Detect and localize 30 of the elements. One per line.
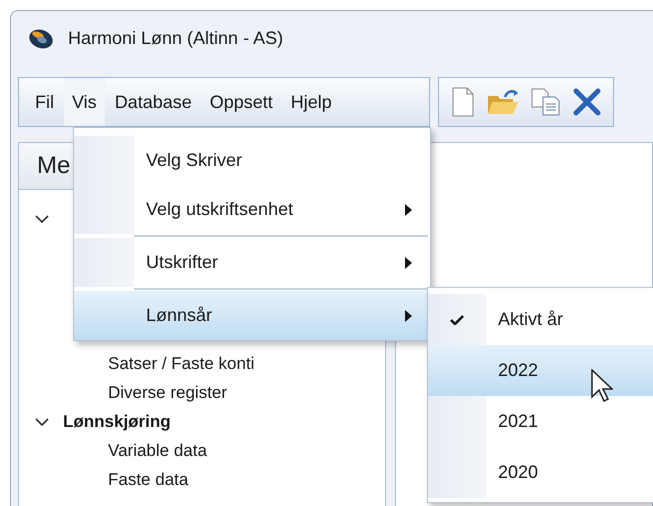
menu-item[interactable]: Vis [64, 78, 105, 126]
menu-item[interactable]: Fil [27, 78, 62, 126]
submenu-arrow-icon [405, 256, 412, 268]
menu-option[interactable]: 2022 [428, 345, 653, 396]
panel-title: Me [37, 152, 70, 180]
chevron-icon[interactable] [35, 416, 49, 426]
delete-icon[interactable] [573, 88, 601, 116]
tree-item[interactable]: Diverse register [19, 378, 385, 407]
menu-item[interactable]: Database [106, 78, 200, 126]
menu-option[interactable]: 2020 [428, 447, 653, 498]
tree-item[interactable]: Variable data [19, 436, 385, 465]
menu-option[interactable]: Utskrifter [74, 238, 430, 287]
menu-item[interactable]: Oppsett [202, 78, 281, 126]
submenu-arrow-icon [405, 204, 412, 216]
menu-option[interactable]: Aktivt år [428, 294, 653, 345]
menu-item[interactable]: Hjelp [282, 78, 340, 126]
tree-item[interactable]: Faste data [19, 465, 385, 494]
open-folder-icon[interactable] [487, 88, 519, 116]
menu-option[interactable]: 2021 [428, 396, 653, 447]
copy-icon[interactable] [531, 88, 561, 116]
menu-option[interactable]: Lønnsår [74, 291, 430, 340]
chevron-icon[interactable] [35, 214, 49, 224]
mouse-cursor-icon [591, 369, 613, 403]
tree-group[interactable]: Lønnskjøring [63, 412, 171, 432]
menu-option[interactable]: Velg Skriver [74, 136, 430, 185]
window-title: Harmoni Lønn (Altinn - AS) [68, 28, 284, 48]
new-document-icon[interactable] [451, 87, 475, 117]
menu-option[interactable]: Velg utskriftsenhet [74, 185, 430, 234]
submenu-arrow-icon [405, 310, 412, 322]
tree-item[interactable]: Satser / Faste konti [19, 349, 385, 378]
